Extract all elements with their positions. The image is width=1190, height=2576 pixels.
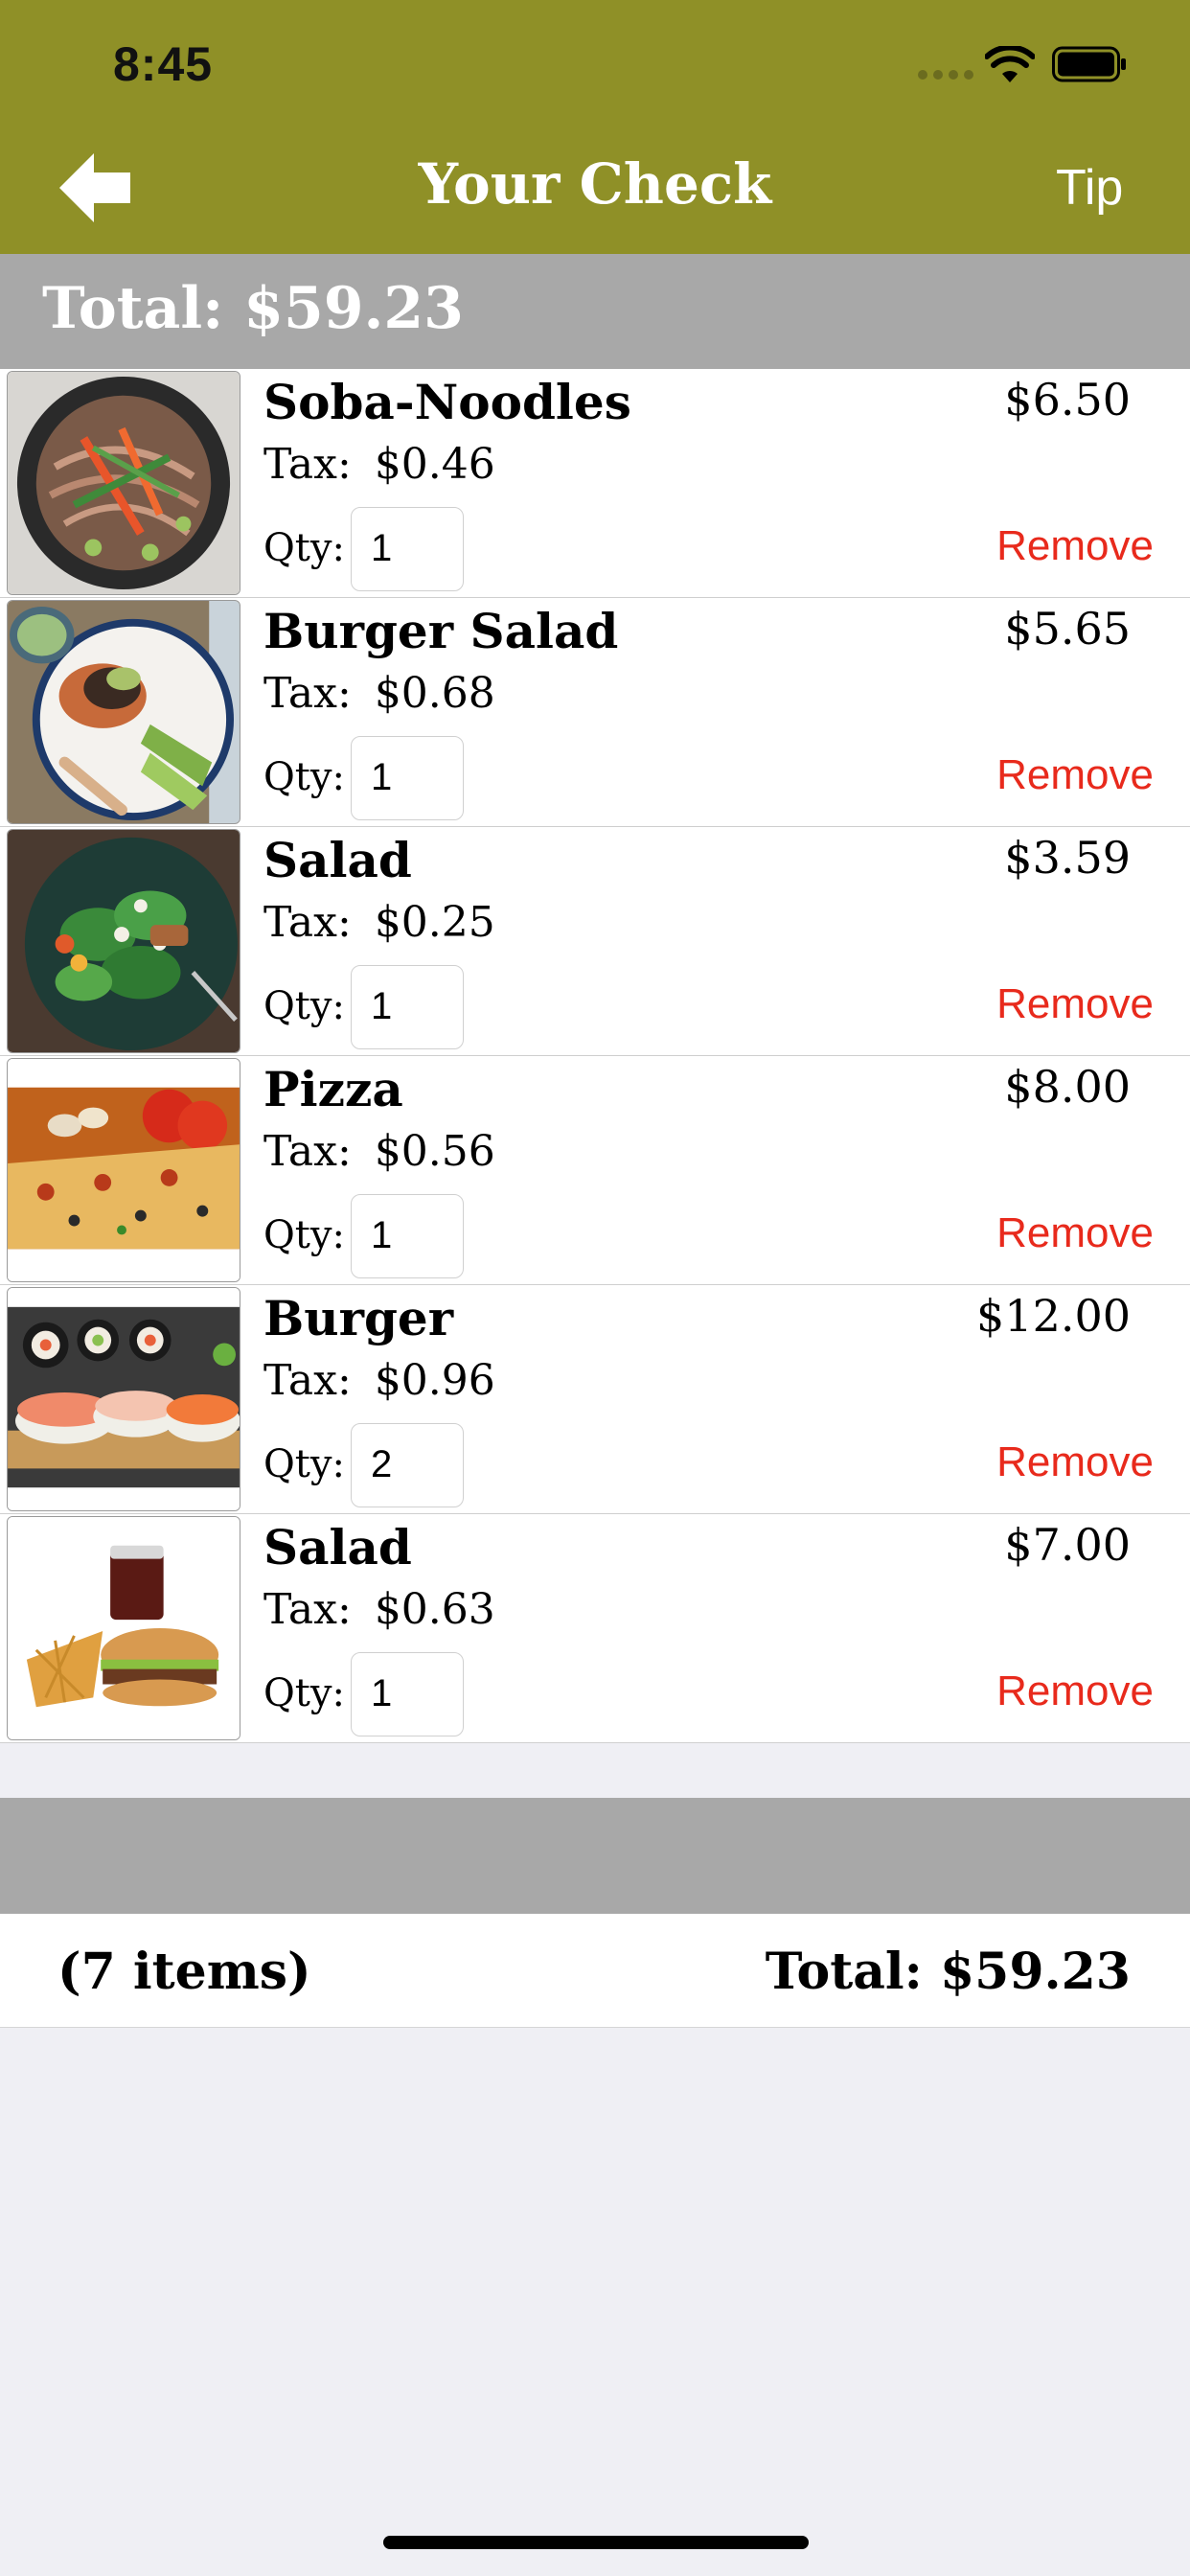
total-banner: Total: $59.23	[0, 254, 1190, 369]
battery-icon	[1052, 46, 1126, 82]
tax-value: $0.25	[374, 898, 495, 947]
tax-value: $0.56	[374, 1127, 495, 1176]
item-price: $6.50	[1004, 374, 1131, 426]
wifi-icon	[985, 46, 1035, 82]
quantity-field[interactable]: 1	[351, 1194, 464, 1278]
item-price: $8.00	[1004, 1061, 1131, 1113]
tax-label: Tax:	[263, 1585, 352, 1634]
item-tax: Tax: $0.96	[263, 1356, 495, 1405]
home-indicator[interactable]	[383, 2536, 809, 2549]
tax-label: Tax:	[263, 1127, 352, 1176]
item-count: (7 items)	[57, 1943, 311, 2001]
quantity-field[interactable]: 1	[351, 965, 464, 1049]
sushi-photo	[7, 1287, 240, 1511]
quantity-field[interactable]: 1	[351, 1652, 464, 1736]
item-name: Salad	[263, 1519, 412, 1576]
signal-icon	[918, 70, 973, 80]
list-item[interactable]: Salad $7.00 Tax: $0.63 Qty: 1 Remove	[0, 1514, 1190, 1743]
qty-label: Qty:	[263, 526, 345, 570]
remove-button[interactable]: Remove	[996, 751, 1154, 799]
item-name: Burger	[263, 1290, 454, 1346]
item-tax: Tax: $0.25	[263, 898, 495, 947]
salad-photo	[7, 829, 240, 1053]
section-divider	[0, 1798, 1190, 1914]
list-item[interactable]: Soba-Noodles $6.50 Tax: $0.46 Qty: 1 Remo…	[0, 369, 1190, 598]
tax-label: Tax:	[263, 669, 352, 718]
qty-label: Qty:	[263, 1671, 345, 1715]
status-time: 8:45	[113, 37, 214, 91]
remove-button[interactable]: Remove	[996, 1438, 1154, 1486]
remove-button[interactable]: Remove	[996, 522, 1154, 570]
item-name: Salad	[263, 832, 412, 888]
remove-button[interactable]: Remove	[996, 1668, 1154, 1715]
quantity-field[interactable]: 1	[351, 736, 464, 820]
page-title: Your Check	[418, 151, 772, 217]
check-items-list: Soba-Noodles $6.50 Tax: $0.46 Qty: 1 Remo…	[0, 369, 1190, 1743]
quantity-field[interactable]: 1	[351, 507, 464, 591]
item-tax: Tax: $0.56	[263, 1127, 495, 1176]
item-price: $3.59	[1004, 832, 1131, 884]
tax-label: Tax:	[263, 898, 352, 947]
item-tax: Tax: $0.46	[263, 440, 495, 489]
list-item[interactable]: Burger $12.00 Tax: $0.96 Qty: 2 Remove	[0, 1285, 1190, 1514]
footer-total: Total: $59.23	[765, 1943, 1131, 2001]
qty-label: Qty:	[263, 1442, 345, 1486]
tax-value: $0.68	[374, 669, 495, 718]
item-tax: Tax: $0.63	[263, 1585, 495, 1634]
tax-label: Tax:	[263, 1356, 352, 1405]
qty-label: Qty:	[263, 1213, 345, 1257]
item-tax: Tax: $0.68	[263, 669, 495, 718]
quantity-field[interactable]: 2	[351, 1423, 464, 1507]
burger-fries-photo	[7, 1516, 240, 1740]
burger-salad-photo	[7, 600, 240, 824]
item-name: Burger Salad	[263, 603, 619, 659]
list-item[interactable]: Burger Salad $5.65 Tax: $0.68 Qty: 1 Remo…	[0, 598, 1190, 827]
tax-value: $0.46	[374, 440, 495, 489]
item-name: Soba-Noodles	[263, 374, 631, 430]
list-item[interactable]: Pizza $8.00 Tax: $0.56 Qty: 1 Remove	[0, 1056, 1190, 1285]
remove-button[interactable]: Remove	[996, 1209, 1154, 1257]
pizza-photo	[7, 1058, 240, 1282]
item-price: $12.00	[976, 1290, 1131, 1342]
check-summary-footer: (7 items) Total: $59.23	[0, 1914, 1190, 2028]
tax-label: Tax:	[263, 440, 352, 489]
nav-bar: 8:45 Your Check Tip	[0, 0, 1190, 254]
list-item[interactable]: Salad $3.59 Tax: $0.25 Qty: 1 Remove	[0, 827, 1190, 1056]
qty-label: Qty:	[263, 755, 345, 799]
qty-label: Qty:	[263, 984, 345, 1028]
soba-noodles-photo	[7, 371, 240, 595]
item-price: $5.65	[1004, 603, 1131, 655]
tax-value: $0.63	[374, 1585, 495, 1634]
item-name: Pizza	[263, 1061, 403, 1117]
tip-button[interactable]: Tip	[1056, 159, 1123, 217]
remove-button[interactable]: Remove	[996, 980, 1154, 1028]
total-banner-text: Total: $59.23	[42, 275, 464, 342]
item-price: $7.00	[1004, 1519, 1131, 1571]
tax-value: $0.96	[374, 1356, 495, 1405]
